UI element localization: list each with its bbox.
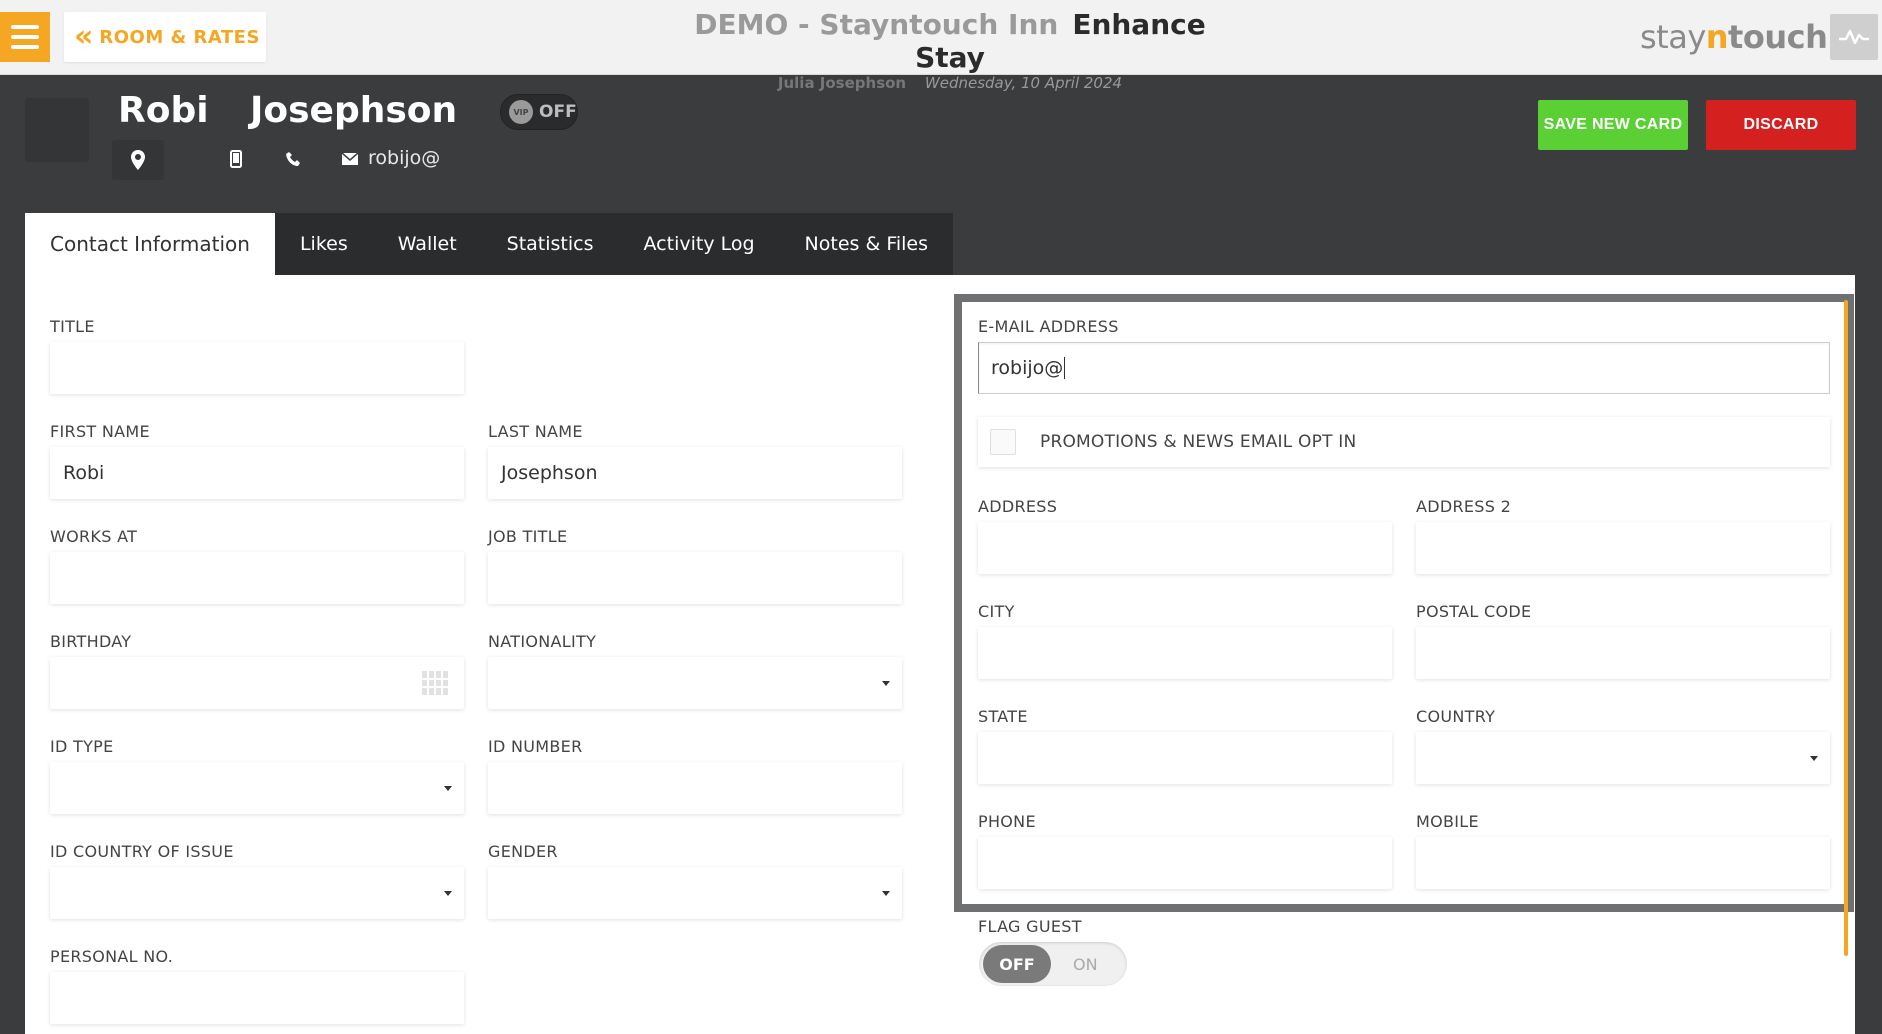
city-label: CITY bbox=[978, 602, 1015, 621]
title-input[interactable] bbox=[50, 342, 464, 394]
country-select[interactable] bbox=[1416, 732, 1830, 784]
promotions-optin-row[interactable]: PROMOTIONS & NEWS EMAIL OPT IN bbox=[978, 417, 1830, 467]
id-number-label: ID NUMBER bbox=[488, 737, 583, 756]
guest-first-name: Robi bbox=[118, 90, 209, 131]
text-caret bbox=[1064, 357, 1066, 379]
id-country-select[interactable] bbox=[50, 867, 464, 919]
top-bar: « ROOM & RATES DEMO - Stayntouch Inn Enha… bbox=[0, 0, 1882, 92]
save-new-card-button[interactable]: SAVE NEW CARD bbox=[1538, 100, 1688, 150]
last-name-input[interactable]: Josephson bbox=[488, 447, 902, 499]
discard-button[interactable]: DISCARD bbox=[1706, 100, 1856, 150]
phone-button[interactable] bbox=[284, 148, 304, 170]
activity-pulse-button[interactable] bbox=[1830, 14, 1878, 60]
guest-avatar bbox=[25, 98, 89, 162]
personal-no-input[interactable] bbox=[50, 972, 464, 1024]
pulse-icon bbox=[1839, 29, 1869, 45]
tab-activity-log[interactable]: Activity Log bbox=[618, 213, 780, 275]
business-date: Wednesday, 10 April 2024 bbox=[924, 74, 1123, 92]
job-title-label: JOB TITLE bbox=[488, 527, 568, 546]
envelope-icon bbox=[342, 153, 358, 165]
flag-guest-toggle[interactable]: OFF ON bbox=[979, 942, 1127, 986]
promotions-optin-checkbox[interactable] bbox=[990, 429, 1016, 455]
address-input[interactable] bbox=[978, 522, 1392, 574]
id-country-label: ID COUNTRY OF ISSUE bbox=[50, 842, 234, 861]
stayntouch-logo: stayntouch bbox=[1640, 18, 1828, 56]
postal-code-label: POSTAL CODE bbox=[1416, 602, 1532, 621]
email-input[interactable]: robijo@ bbox=[978, 342, 1830, 394]
guest-email: robijo@ bbox=[368, 147, 441, 169]
birthday-label: BIRTHDAY bbox=[50, 632, 132, 651]
tab-likes[interactable]: Likes bbox=[274, 213, 373, 275]
page-title-block: DEMO - Stayntouch Inn Enhance Stay Julia … bbox=[690, 8, 1210, 92]
address2-input[interactable] bbox=[1416, 522, 1830, 574]
back-to-room-rates-button[interactable]: « ROOM & RATES bbox=[64, 12, 266, 62]
works-at-label: WORKS AT bbox=[50, 527, 138, 546]
menu-line bbox=[11, 45, 39, 49]
id-number-input[interactable] bbox=[488, 762, 902, 814]
mobile-button[interactable] bbox=[226, 148, 246, 170]
back-button-label: ROOM & RATES bbox=[99, 26, 260, 48]
location-pin-icon bbox=[131, 150, 145, 170]
id-type-select[interactable] bbox=[50, 762, 464, 814]
promotions-optin-label: PROMOTIONS & NEWS EMAIL OPT IN bbox=[1040, 432, 1357, 452]
mobile-label: MOBILE bbox=[1416, 812, 1479, 831]
tab-wallet[interactable]: Wallet bbox=[372, 213, 482, 275]
calendar-icon[interactable] bbox=[422, 671, 448, 695]
flag-on-option[interactable]: ON bbox=[1073, 955, 1098, 974]
birthday-input[interactable] bbox=[50, 657, 464, 709]
gender-label: GENDER bbox=[488, 842, 558, 861]
vip-state-label: OFF bbox=[539, 102, 577, 122]
double-chevron-left-icon: « bbox=[74, 19, 94, 54]
menu-line bbox=[11, 25, 39, 29]
address-label: ADDRESS bbox=[978, 497, 1058, 516]
user-name: Julia Josephson bbox=[777, 74, 907, 92]
flag-guest-label: FLAG GUEST bbox=[978, 917, 1082, 936]
state-label: STATE bbox=[978, 707, 1028, 726]
location-button[interactable] bbox=[112, 140, 164, 180]
tab-statistics[interactable]: Statistics bbox=[481, 213, 619, 275]
email-label: E-MAIL ADDRESS bbox=[978, 317, 1119, 336]
state-input[interactable] bbox=[978, 732, 1392, 784]
mobile-phone-icon bbox=[230, 150, 242, 168]
id-type-label: ID TYPE bbox=[50, 737, 114, 756]
email-input-value: robijo@ bbox=[991, 357, 1064, 379]
works-at-input[interactable] bbox=[50, 552, 464, 604]
email-button[interactable] bbox=[342, 152, 358, 166]
flag-off-option[interactable]: OFF bbox=[983, 945, 1051, 983]
address2-label: ADDRESS 2 bbox=[1416, 497, 1512, 516]
phone-icon bbox=[286, 152, 300, 166]
content-scrollbar[interactable] bbox=[1844, 300, 1848, 956]
phone-input[interactable] bbox=[978, 837, 1392, 889]
vip-knob: VIP bbox=[509, 100, 533, 124]
hotel-name: DEMO - Stayntouch Inn bbox=[694, 8, 1059, 41]
mobile-input[interactable] bbox=[1416, 837, 1830, 889]
country-label: COUNTRY bbox=[1416, 707, 1496, 726]
first-name-input[interactable]: Robi bbox=[50, 447, 464, 499]
first-name-label: FIRST NAME bbox=[50, 422, 150, 441]
guest-last-name: Josephson bbox=[250, 90, 458, 131]
vip-toggle[interactable]: VIP OFF bbox=[500, 94, 578, 130]
nationality-label: NATIONALITY bbox=[488, 632, 597, 651]
gender-select[interactable] bbox=[488, 867, 902, 919]
postal-code-input[interactable] bbox=[1416, 627, 1830, 679]
tab-notes-files[interactable]: Notes & Files bbox=[779, 213, 954, 275]
title-label: TITLE bbox=[50, 317, 95, 336]
city-input[interactable] bbox=[978, 627, 1392, 679]
guest-card-tabs: Contact Information Likes Wallet Statist… bbox=[25, 213, 954, 275]
hamburger-menu-button[interactable] bbox=[0, 12, 50, 62]
menu-line bbox=[11, 35, 39, 39]
job-title-input[interactable] bbox=[488, 552, 902, 604]
tab-contact-information[interactable]: Contact Information bbox=[25, 213, 275, 275]
personal-no-label: PERSONAL NO. bbox=[50, 947, 174, 966]
last-name-label: LAST NAME bbox=[488, 422, 583, 441]
phone-label: PHONE bbox=[978, 812, 1036, 831]
nationality-select[interactable] bbox=[488, 657, 902, 709]
